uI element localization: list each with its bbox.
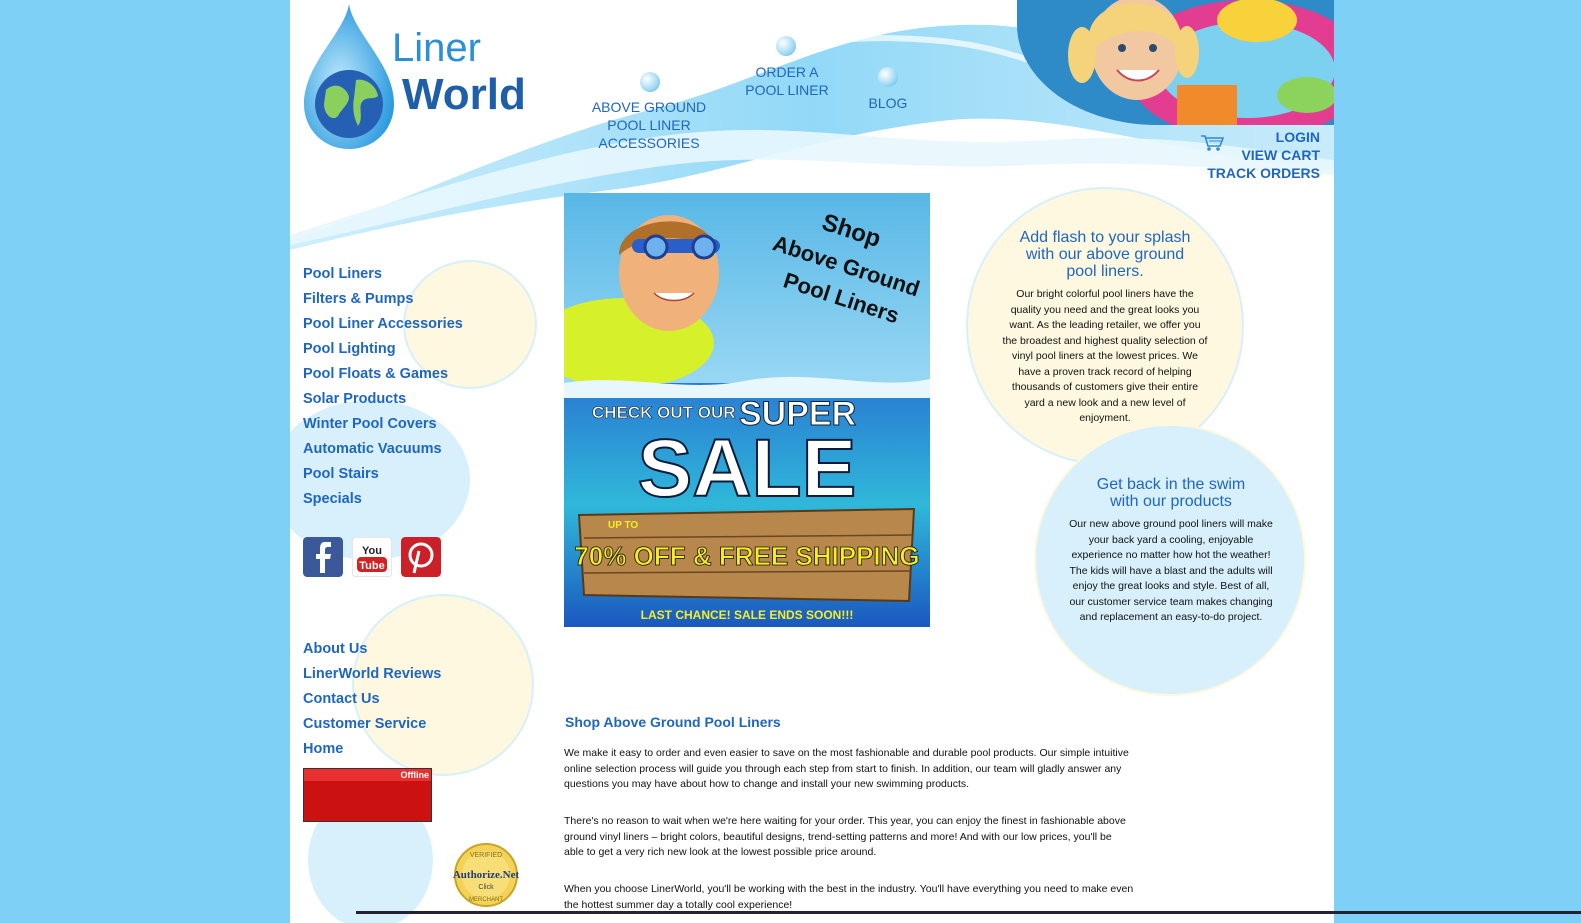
super-sale-banner[interactable]: Shop Above Ground Pool Liners CHECK OUT … (564, 193, 930, 627)
chat-status-offline: Offline (400, 770, 430, 780)
nav-specials[interactable]: Specials (303, 491, 362, 507)
seal-verified-text: VERIFIED (470, 852, 502, 859)
banner-sale-text: SALE (638, 423, 857, 514)
nav-home[interactable]: Home (303, 741, 343, 757)
water-drop-globe-icon (304, 4, 394, 149)
nav-pool-stairs[interactable]: Pool Stairs (303, 466, 379, 482)
page: Liner World ABOVE GROUND POOL LINER ACCE… (290, 0, 1334, 923)
svg-text:You: You (362, 545, 382, 557)
seal-click-text: Click (478, 884, 494, 891)
view-cart-link[interactable]: VIEW CART (1241, 147, 1320, 163)
facebook-icon[interactable] (303, 537, 343, 577)
bubble-icon (878, 67, 898, 87)
logo-word-liner: Liner (392, 26, 481, 70)
promo1-body: Our bright colorful pool liners have the… (1002, 288, 1208, 424)
seal-merchant-text: MERCHANT (469, 897, 503, 903)
liner-world-logo[interactable]: Liner World (304, 4, 544, 149)
nav-filters-pumps[interactable]: Filters & Pumps (303, 291, 413, 307)
nav-pool-lighting[interactable]: Pool Lighting (303, 341, 396, 357)
content-heading: Shop Above Ground Pool Liners (565, 714, 781, 730)
nav-pool-liner-accessories[interactable]: Pool Liner Accessories (303, 316, 463, 332)
banner-offer-text: 70% OFF & FREE SHIPPING (574, 541, 919, 571)
banner-check-out-text: CHECK OUT OUR (592, 403, 736, 422)
promo1-title: Add flash to your splash with our above … (1019, 229, 1191, 280)
banner-up-to-text: UP TO (608, 520, 638, 531)
nav-solar-products[interactable]: Solar Products (303, 391, 406, 407)
bottom-border (356, 911, 1581, 914)
nav-contact-us[interactable]: Contact Us (303, 691, 380, 707)
logo-word-world: World (402, 70, 526, 119)
banner-last-chance-text: LAST CHANCE! SALE ENDS SOON!!! (641, 608, 854, 622)
nav-pool-floats-games[interactable]: Pool Floats & Games (303, 366, 448, 382)
login-link[interactable]: LOGIN (1276, 129, 1320, 145)
nav-customer-service[interactable]: Customer Service (303, 716, 426, 732)
nav-winter-pool-covers[interactable]: Winter Pool Covers (303, 416, 437, 432)
youtube-icon[interactable]: You Tube (352, 537, 392, 577)
nav-blog-link[interactable]: BLOG (862, 94, 914, 112)
nav-automatic-vacuums[interactable]: Automatic Vacuums (303, 441, 442, 457)
track-orders-link[interactable]: TRACK ORDERS (1207, 165, 1320, 181)
pinterest-icon[interactable] (401, 537, 441, 577)
seal-authorize-text: Authorize.Net (453, 869, 520, 881)
promo-block-2: Get back in the swim with our products O… (1066, 476, 1276, 626)
content-paragraph-1: We make it easy to order and even easier… (564, 747, 1129, 790)
content-paragraph-2: There's no reason to wait when we're her… (564, 815, 1126, 858)
svg-text:Tube: Tube (359, 560, 384, 572)
content-paragraph-3: When you choose LinerWorld, you'll be wo… (564, 883, 1134, 911)
cart-icon[interactable] (1200, 134, 1224, 152)
bubble-icon (776, 36, 796, 56)
bubble-icon (640, 72, 660, 92)
promo2-body: Our new above ground pool liners will ma… (1069, 518, 1273, 623)
promo-block-1: Add flash to your splash with our above … (1002, 229, 1208, 427)
live-chat-widget[interactable]: Offline (303, 768, 432, 822)
nav-linerworld-reviews[interactable]: LinerWorld Reviews (303, 666, 441, 682)
decor-circle (352, 594, 534, 776)
authorize-net-seal-icon[interactable]: VERIFIED Authorize.Net Click MERCHANT (446, 843, 526, 908)
promo2-title: Get back in the swim with our products (1096, 476, 1246, 510)
nav-order-liner-link[interactable]: ORDER A POOL LINER (742, 63, 832, 99)
nav-accessories-link[interactable]: ABOVE GROUND POOL LINER ACCESSORIES (574, 98, 724, 152)
nav-pool-liners[interactable]: Pool Liners (303, 266, 382, 282)
nav-about-us[interactable]: About Us (303, 641, 367, 657)
